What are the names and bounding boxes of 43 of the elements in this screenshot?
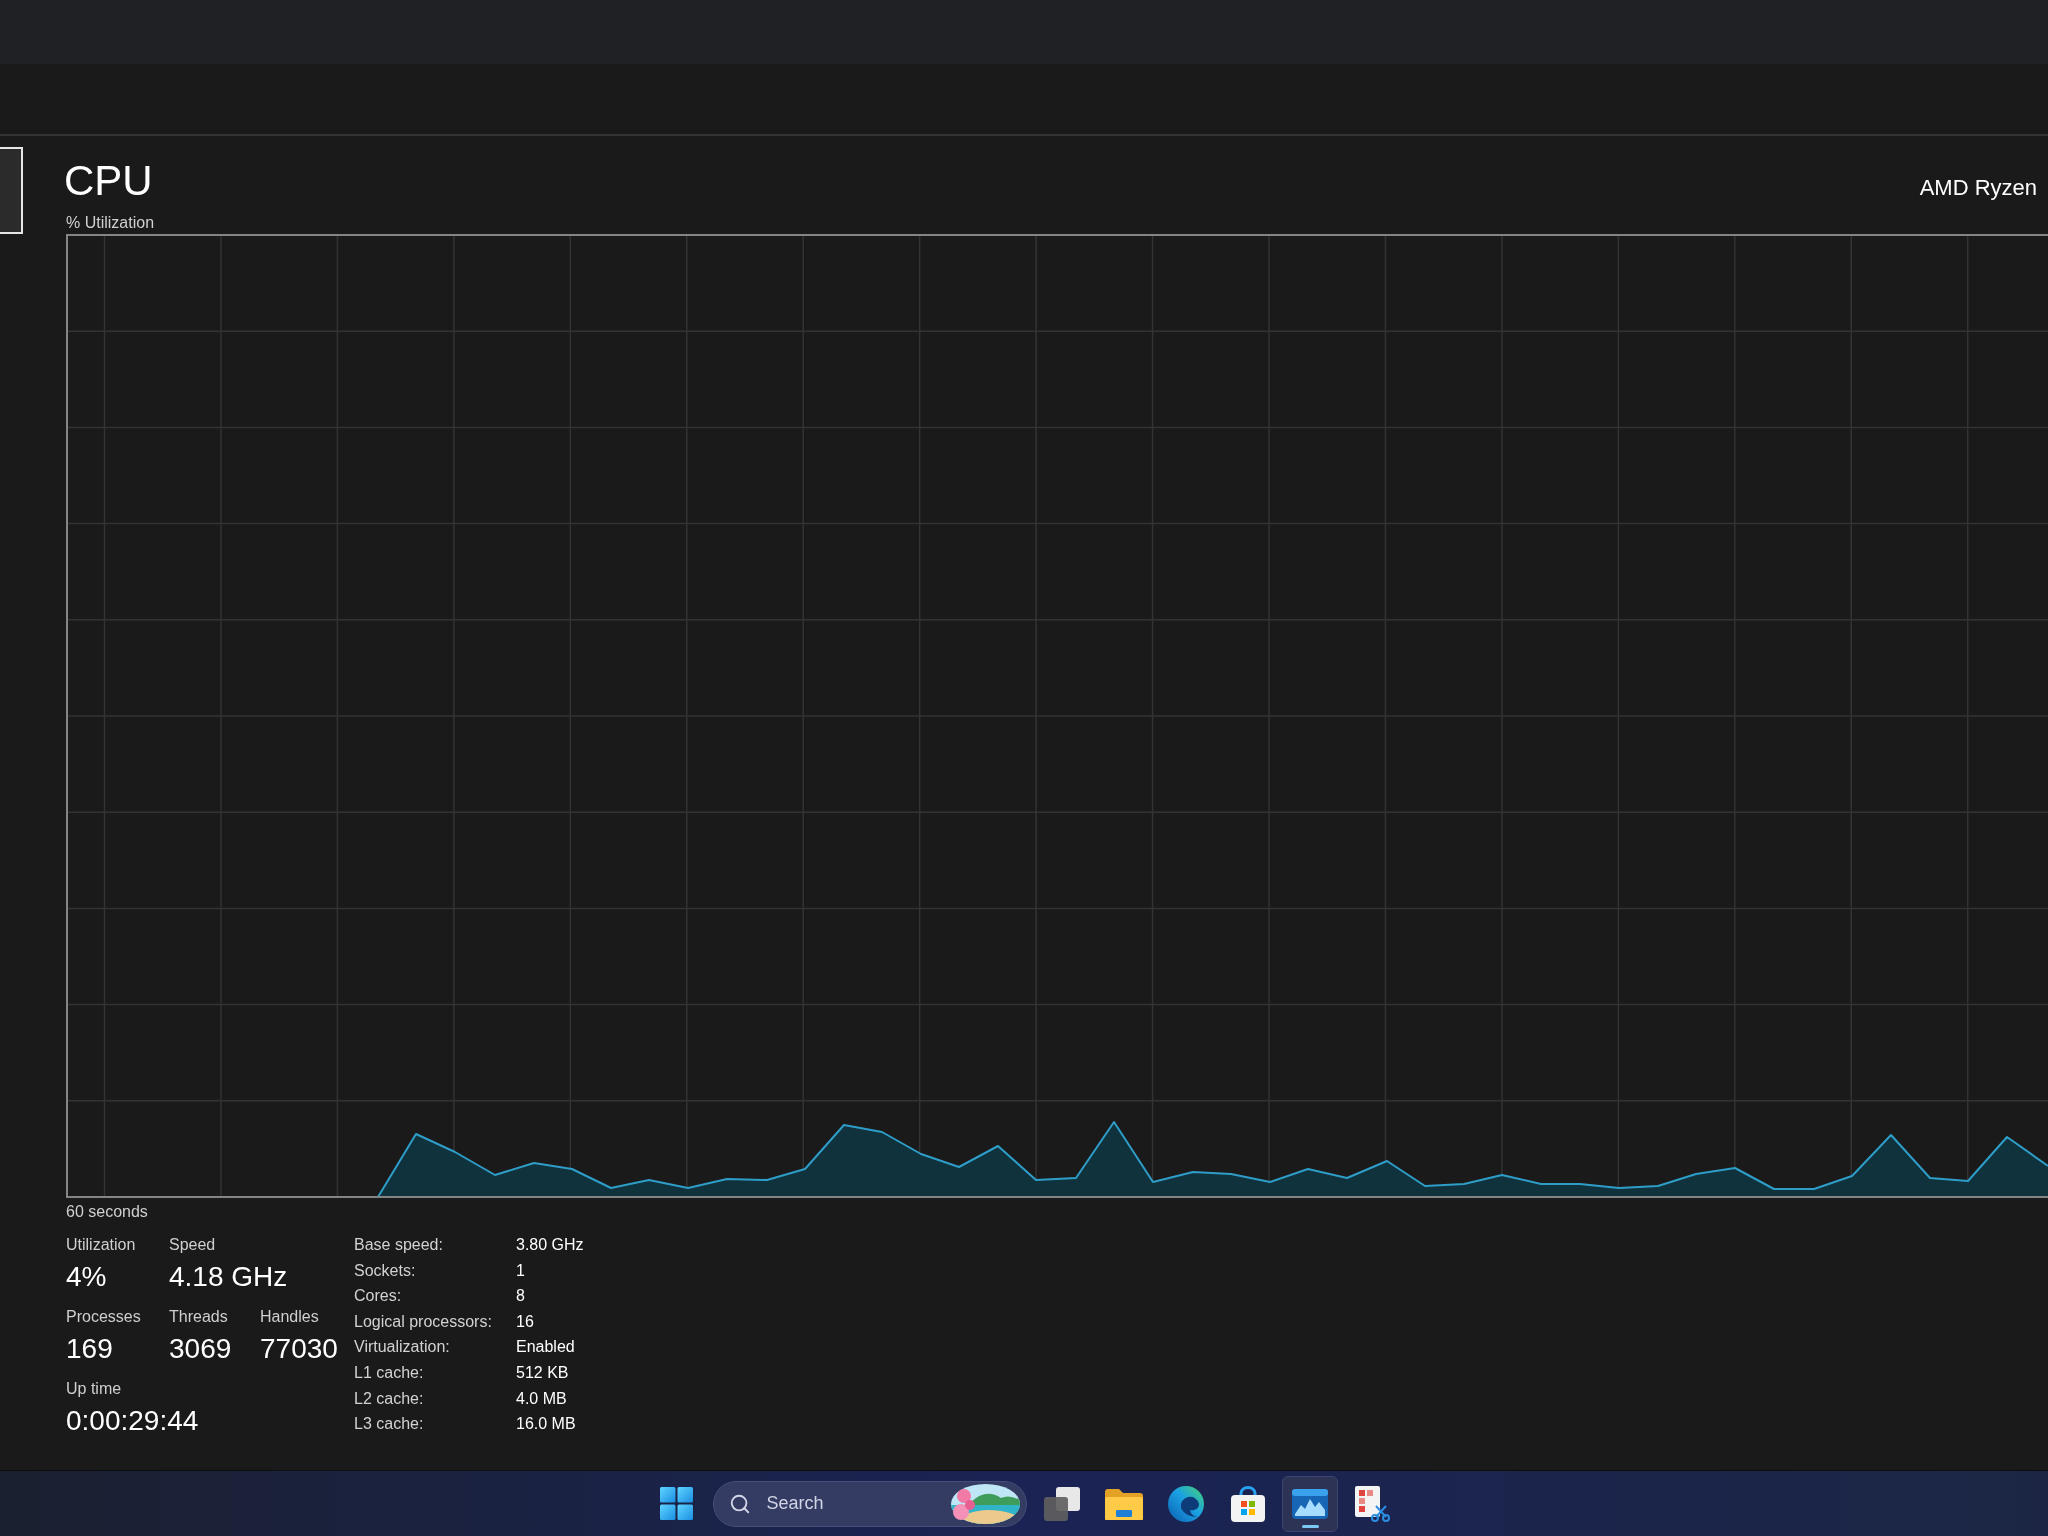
spec-label: L3 cache:: [354, 1414, 425, 1435]
spec-value: 16.0 MB: [516, 1414, 577, 1435]
page-title: CPU: [64, 157, 153, 205]
indicator-pill-icon: [1301, 1524, 1319, 1528]
spec-value: 3.80 GHz: [516, 1235, 584, 1255]
spec-value: 16: [516, 1311, 535, 1332]
stat-value: 77030: [260, 1332, 338, 1366]
sidebar-item[interactable]: [0, 147, 23, 234]
spec-value: 8: [516, 1286, 526, 1307]
spec-label: L2 cache:: [354, 1388, 425, 1409]
spec-label: Logical processors:: [354, 1311, 493, 1332]
swirl-icon: [1167, 1485, 1204, 1522]
spec-value: 4.0 MB: [516, 1388, 568, 1409]
spec-label: Sockets:: [354, 1260, 417, 1281]
spec-value: Enabled: [516, 1337, 576, 1358]
stat-value: 0:00:29:44: [66, 1404, 199, 1438]
spec-label: Base speed:: [354, 1235, 444, 1255]
spec-value: 1: [516, 1260, 526, 1281]
stat-value: 169: [66, 1332, 113, 1366]
search-icon: [728, 1492, 751, 1515]
stat-label: Utilization: [66, 1235, 136, 1255]
stat-value: 3069: [169, 1332, 232, 1366]
four-squares-icon: [660, 1487, 693, 1520]
spec-label: Cores:: [354, 1286, 403, 1307]
graph-tile-icon: [1291, 1488, 1328, 1519]
spec-label: L1 cache:: [354, 1362, 425, 1383]
taskbar-button[interactable]: [1281, 1475, 1338, 1532]
scissors-document-icon: [1353, 1485, 1390, 1522]
stat-label: Up time: [66, 1379, 122, 1399]
folder-icon: [1104, 1487, 1143, 1520]
spec-label: Virtualization:: [354, 1337, 451, 1358]
stat-value: 4%: [66, 1260, 107, 1294]
shopping-bag-icon: [1229, 1485, 1266, 1522]
stat-label: Speed: [169, 1235, 216, 1255]
stat-label: Threads: [169, 1307, 228, 1327]
graph-label: % Utilization: [66, 213, 155, 233]
stat-value: 4.18 GHz: [169, 1260, 288, 1294]
overlapping-squares-icon: [1043, 1486, 1080, 1521]
time-span-label: 60 seconds: [66, 1202, 148, 1222]
processor-name: AMD Ryzen: [1919, 174, 2037, 202]
spec-value: 512 KB: [516, 1362, 570, 1383]
stat-label: Processes: [66, 1307, 141, 1327]
stat-label: Handles: [260, 1307, 319, 1327]
